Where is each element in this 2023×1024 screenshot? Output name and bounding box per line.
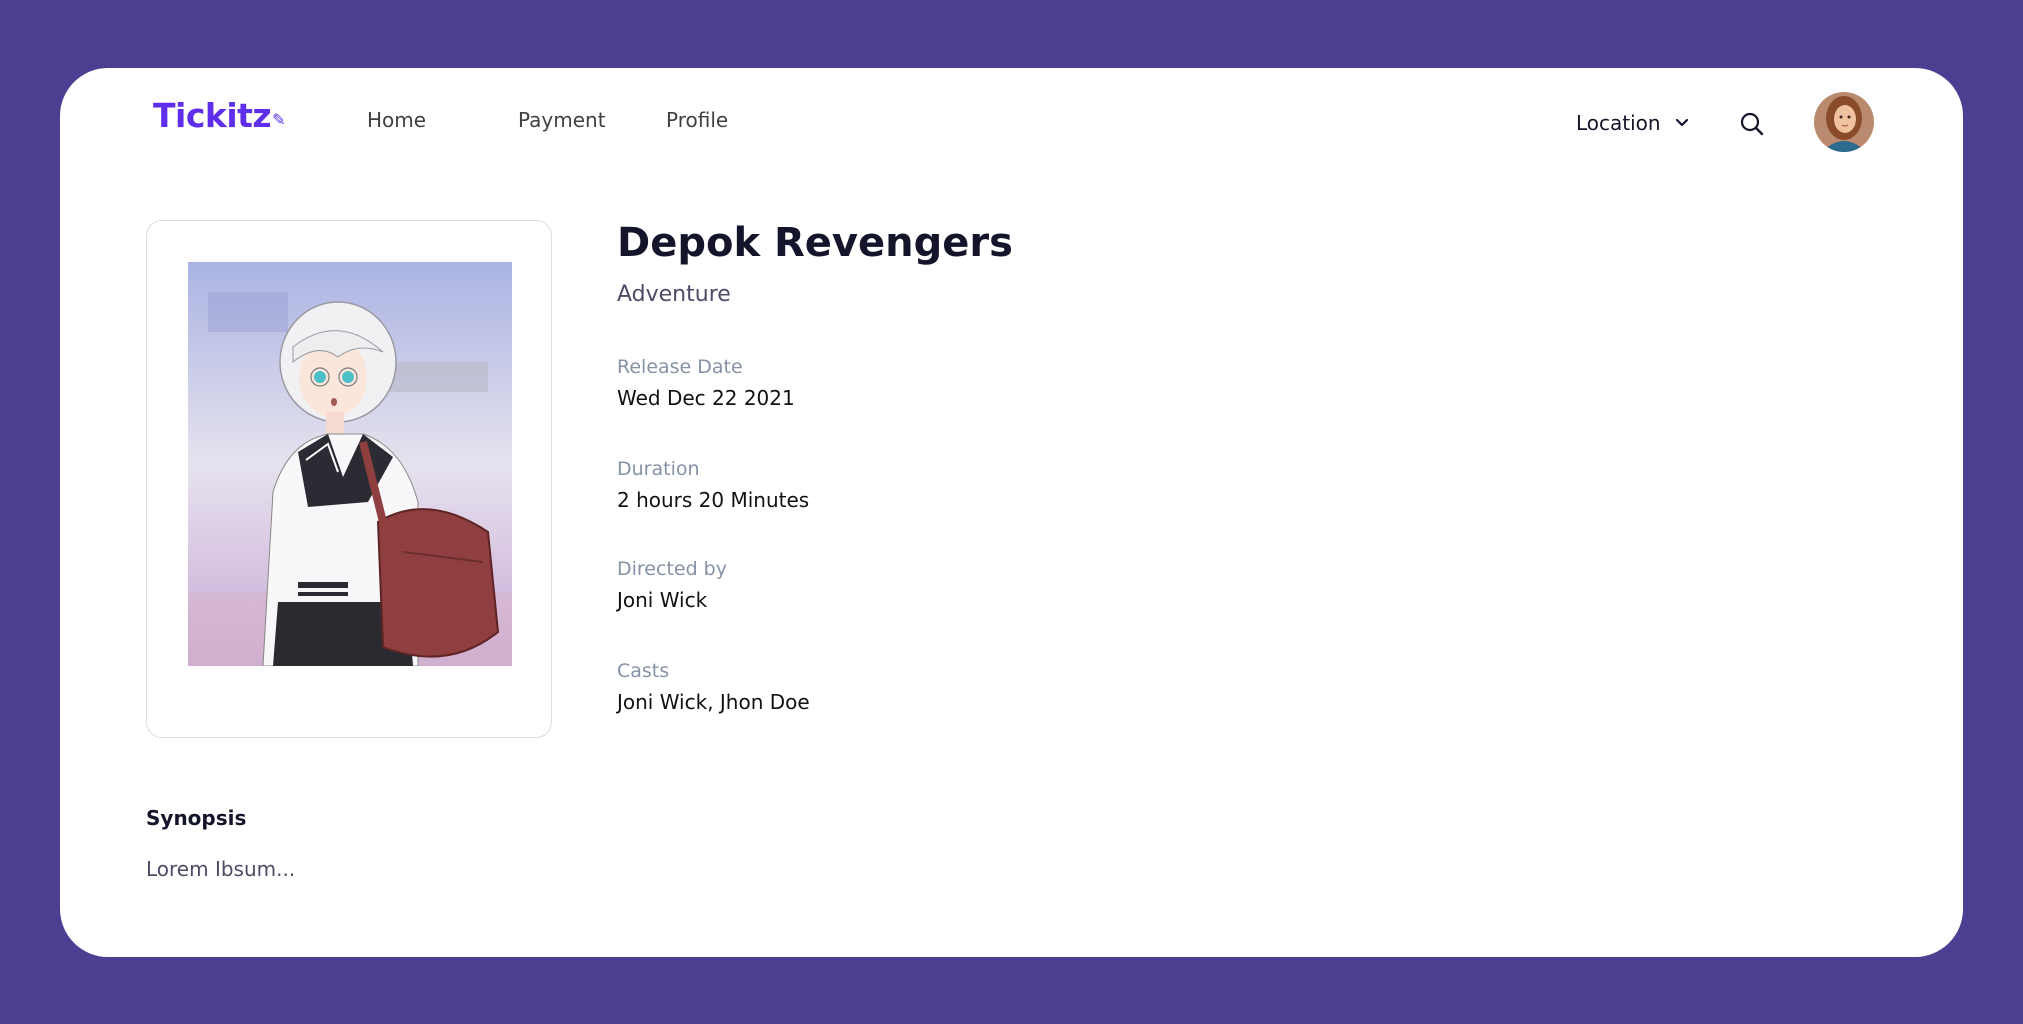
movie-title: Depok Revengers [617, 220, 1013, 266]
duration-value: 2 hours 20 Minutes [617, 488, 810, 512]
nav-link-payment[interactable]: Payment [518, 108, 606, 132]
brand-logo[interactable]: Tickitz✎ [153, 96, 286, 135]
nav-link-profile[interactable]: Profile [666, 108, 728, 132]
avatar-image [1814, 92, 1874, 152]
search-icon[interactable] [1738, 110, 1766, 138]
location-label: Location [1576, 111, 1661, 135]
director-value: Joni Wick [617, 588, 708, 612]
duration-label: Duration [617, 458, 700, 480]
synopsis-text: Lorem Ibsum... [146, 857, 296, 881]
chevron-down-icon [1675, 118, 1688, 127]
synopsis-heading: Synopsis [146, 806, 247, 830]
movie-poster-card [146, 220, 552, 738]
casts-value: Joni Wick, Jhon Doe [617, 690, 810, 714]
ticket-icon: ✎ [272, 110, 286, 129]
movie-poster [188, 262, 512, 666]
nav-link-home[interactable]: Home [367, 108, 426, 132]
release-date-label: Release Date [617, 356, 743, 378]
casts-label: Casts [617, 660, 670, 682]
brand-name: Tickitz [153, 96, 272, 135]
main-card: Tickitz✎ Home Payment Profile Location D… [60, 68, 1963, 957]
user-avatar[interactable] [1814, 92, 1874, 152]
director-label: Directed by [617, 558, 727, 580]
poster-illustration [188, 262, 512, 666]
release-date-value: Wed Dec 22 2021 [617, 386, 795, 410]
movie-genre: Adventure [617, 282, 731, 307]
location-dropdown[interactable]: Location [1576, 111, 1689, 135]
